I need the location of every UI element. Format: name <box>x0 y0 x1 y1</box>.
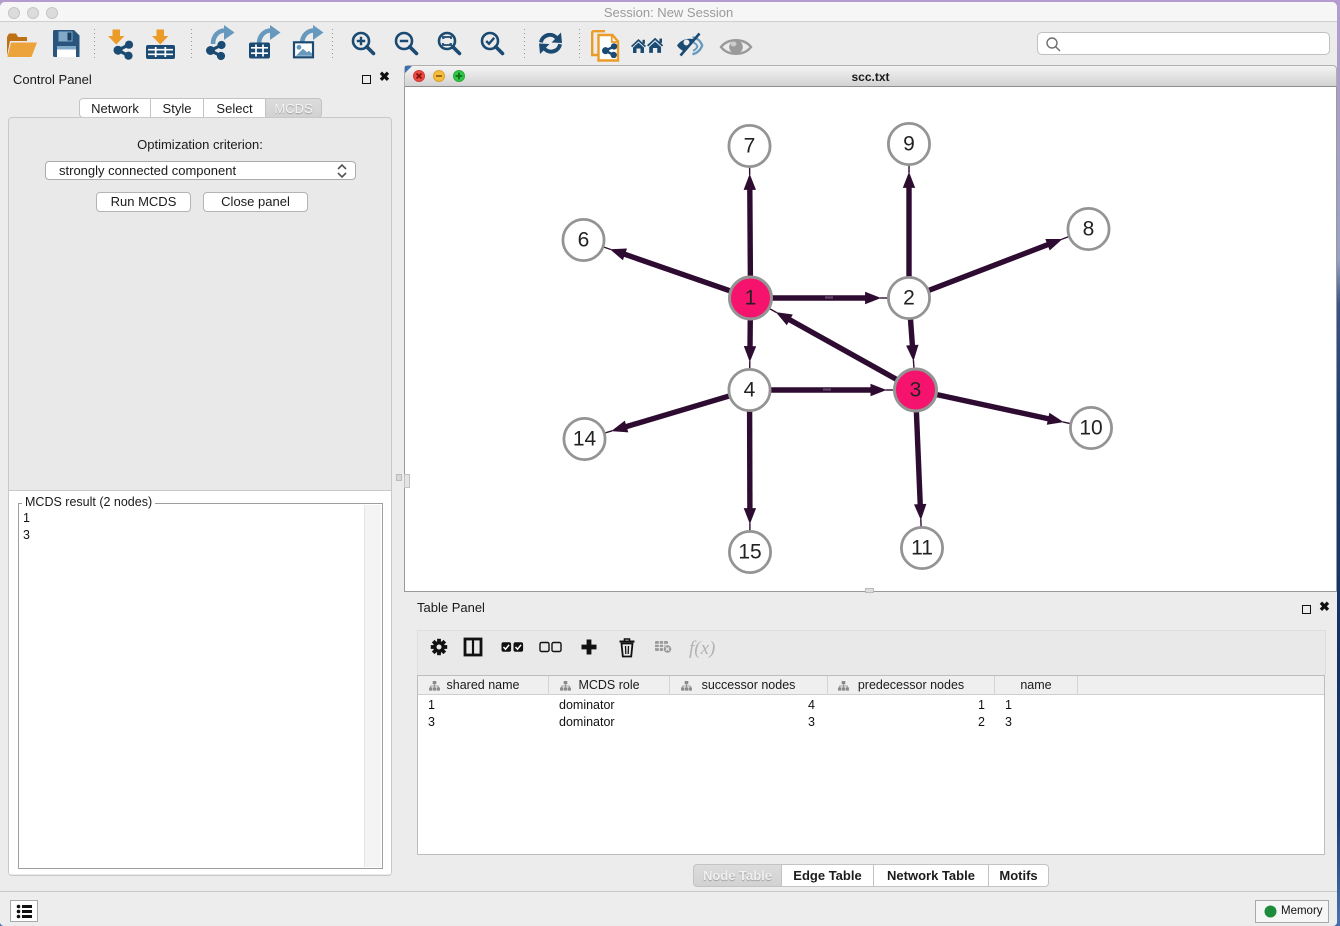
svg-text:4: 4 <box>744 379 756 402</box>
svg-text:14: 14 <box>573 428 597 451</box>
svg-text:2: 2 <box>903 287 915 310</box>
svg-text:11: 11 <box>911 537 933 560</box>
svg-text:f(x): f(x) <box>689 638 715 659</box>
svg-text:6: 6 <box>578 229 590 252</box>
svg-text:9: 9 <box>903 133 915 156</box>
svg-text:7: 7 <box>744 135 756 158</box>
svg-text:1: 1 <box>745 287 757 310</box>
svg-text:15: 15 <box>738 541 761 564</box>
svg-text:3: 3 <box>910 379 922 402</box>
svg-text:10: 10 <box>1079 417 1102 440</box>
svg-text:8: 8 <box>1083 218 1095 241</box>
